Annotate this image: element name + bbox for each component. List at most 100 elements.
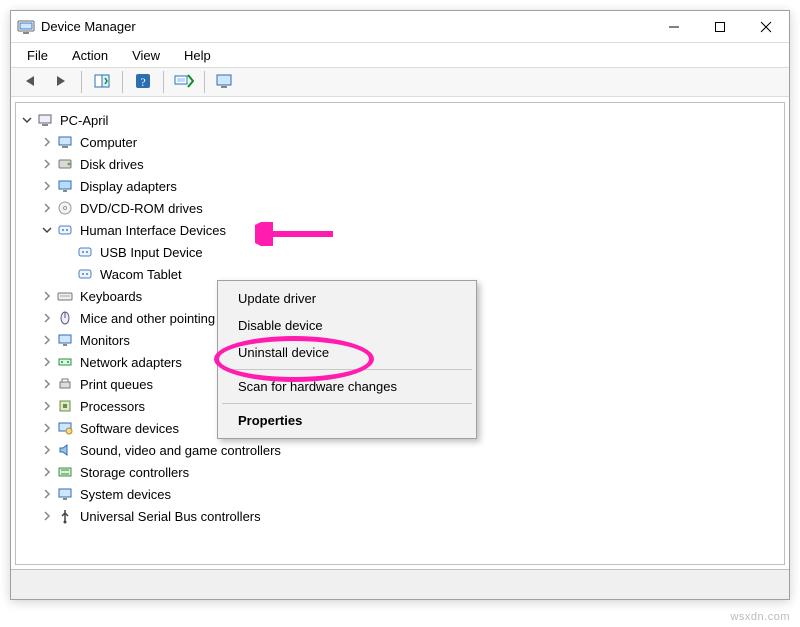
sound-icon	[56, 442, 74, 458]
tree-item-label: Monitors	[78, 332, 132, 349]
context-menu-separator	[222, 369, 472, 370]
tree-item-storage-controllers[interactable]: Storage controllers	[38, 461, 782, 483]
tree-item-label: Print queues	[78, 376, 155, 393]
context-menu-separator	[222, 403, 472, 404]
show-hidden-icon	[93, 73, 111, 92]
context-menu-uninstall-device[interactable]: Uninstall device	[220, 339, 474, 366]
tree-item-label: Network adapters	[78, 354, 184, 371]
watermark: wsxdn.com	[730, 611, 790, 623]
chevron-right-icon[interactable]	[40, 465, 54, 479]
tree-item-label: USB Input Device	[98, 244, 205, 261]
mouse-icon	[56, 310, 74, 326]
help-icon: ?	[134, 72, 152, 93]
cd-icon	[56, 200, 74, 216]
keyboard-icon	[56, 288, 74, 304]
tree-item-label: Computer	[78, 134, 139, 151]
storage-icon	[56, 464, 74, 480]
tree-item-system-devices[interactable]: System devices	[38, 483, 782, 505]
context-menu-properties[interactable]: Properties	[220, 407, 474, 434]
tree-item-display-adapters[interactable]: Display adapters	[38, 175, 782, 197]
tree-item-label: Human Interface Devices	[78, 222, 228, 239]
toolbar-separator	[204, 71, 205, 93]
forward-button[interactable]	[47, 69, 75, 95]
chevron-right-icon[interactable]	[40, 509, 54, 523]
show-hidden-button[interactable]	[88, 69, 116, 95]
chevron-right-icon[interactable]	[40, 377, 54, 391]
display-icon	[56, 178, 74, 194]
network-icon	[56, 354, 74, 370]
back-icon	[22, 74, 40, 91]
pc-icon	[36, 112, 54, 128]
chevron-right-icon[interactable]	[40, 487, 54, 501]
tree-item-label: Software devices	[78, 420, 181, 437]
tree-item-label: Keyboards	[78, 288, 144, 305]
close-button[interactable]	[743, 11, 789, 43]
chevron-right-icon[interactable]	[40, 179, 54, 193]
soft-icon	[56, 420, 74, 436]
tree-item-disk-drives[interactable]: Disk drives	[38, 153, 782, 175]
toolbar: ?	[11, 67, 789, 97]
chevron-down-icon[interactable]	[40, 223, 54, 237]
properties-icon	[215, 73, 235, 92]
menu-help[interactable]: Help	[174, 46, 221, 65]
toolbar-separator	[122, 71, 123, 93]
tree-root-node[interactable]: PC-April	[18, 109, 782, 131]
tree-item-label: Sound, video and game controllers	[78, 442, 283, 459]
tree-item-computer[interactable]: Computer	[38, 131, 782, 153]
tree-item-label: DVD/CD-ROM drives	[78, 200, 205, 217]
back-button[interactable]	[17, 69, 45, 95]
tree-item-usb-input-device[interactable]: USB Input Device	[58, 241, 782, 263]
window-title: Device Manager	[41, 19, 136, 34]
tree-item-human-interface-devices[interactable]: Human Interface Devices	[38, 219, 782, 241]
chevron-right-icon[interactable]	[40, 289, 54, 303]
properties-button[interactable]	[211, 69, 239, 95]
hid-icon	[76, 266, 94, 282]
context-menu: Update driverDisable deviceUninstall dev…	[217, 280, 477, 439]
titlebar: Device Manager	[11, 11, 789, 43]
chevron-right-icon[interactable]	[40, 311, 54, 325]
chevron-right-icon[interactable]	[40, 421, 54, 435]
usb-icon	[56, 508, 74, 524]
context-menu-update-driver[interactable]: Update driver	[220, 285, 474, 312]
hid-icon	[76, 244, 94, 260]
tree-item-label: Processors	[78, 398, 147, 415]
menubar: File Action View Help	[11, 43, 789, 67]
tree-item-label: Disk drives	[78, 156, 146, 173]
menu-action[interactable]: Action	[62, 46, 118, 65]
print-icon	[56, 376, 74, 392]
chevron-right-icon[interactable]	[40, 157, 54, 171]
cpu-icon	[56, 398, 74, 414]
chevron-right-icon[interactable]	[40, 333, 54, 347]
chevron-right-icon[interactable]	[40, 135, 54, 149]
help-button[interactable]: ?	[129, 69, 157, 95]
chevron-right-icon[interactable]	[40, 201, 54, 215]
app-icon	[17, 18, 35, 36]
chevron-right-icon[interactable]	[40, 443, 54, 457]
tree-item-label: System devices	[78, 486, 173, 503]
minimize-button[interactable]	[651, 11, 697, 43]
chevron-right-icon[interactable]	[40, 355, 54, 369]
scan-button[interactable]	[170, 69, 198, 95]
svg-text:?: ?	[140, 75, 145, 89]
tree-item-label: Wacom Tablet	[98, 266, 184, 283]
tree-item-universal-serial-bus-controllers[interactable]: Universal Serial Bus controllers	[38, 505, 782, 527]
chevron-down-icon[interactable]	[20, 113, 34, 127]
tree-item-sound-video-and-game-controllers[interactable]: Sound, video and game controllers	[38, 439, 782, 461]
toolbar-separator	[81, 71, 82, 93]
toolbar-separator	[163, 71, 164, 93]
context-menu-scan-for-hardware-changes[interactable]: Scan for hardware changes	[220, 373, 474, 400]
menu-file[interactable]: File	[17, 46, 58, 65]
menu-view[interactable]: View	[122, 46, 170, 65]
context-menu-disable-device[interactable]: Disable device	[220, 312, 474, 339]
tree-item-label: Display adapters	[78, 178, 179, 195]
system-icon	[56, 486, 74, 502]
tree-item-label: Universal Serial Bus controllers	[78, 508, 263, 525]
tree-item-label: Storage controllers	[78, 464, 191, 481]
maximize-button[interactable]	[697, 11, 743, 43]
tree-item-dvd-cd-rom-drives[interactable]: DVD/CD-ROM drives	[38, 197, 782, 219]
hid-icon	[56, 222, 74, 238]
chevron-right-icon[interactable]	[40, 399, 54, 413]
scan-icon	[174, 73, 194, 92]
forward-icon	[52, 74, 70, 91]
monitor2-icon	[56, 332, 74, 348]
